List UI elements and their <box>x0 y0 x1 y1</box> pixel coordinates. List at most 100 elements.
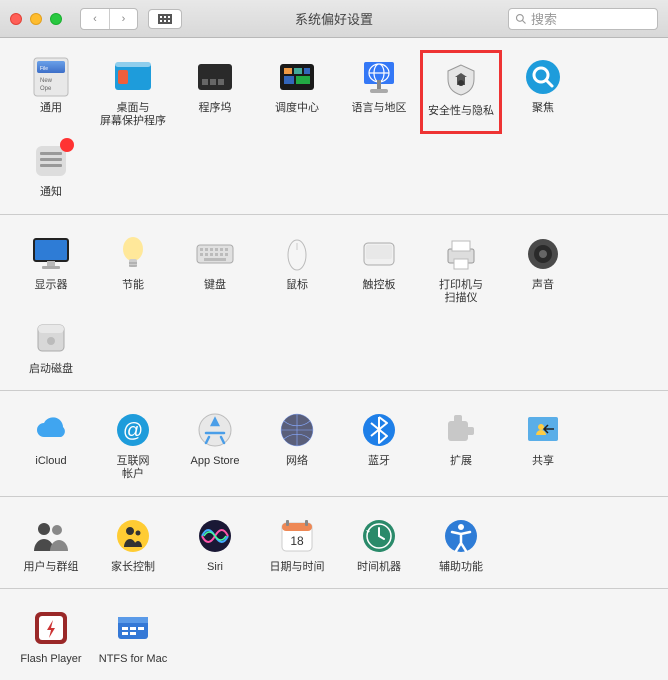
notifications-icon <box>30 140 72 182</box>
window-title: 系统偏好设置 <box>295 9 373 28</box>
pref-label: 触控板 <box>363 279 396 292</box>
sharing-icon <box>522 409 564 451</box>
search-placeholder: 搜索 <box>531 9 557 28</box>
pref-label: 声音 <box>532 279 554 292</box>
startup-icon <box>30 317 72 359</box>
pref-keyboard[interactable]: 键盘 <box>174 227 256 311</box>
pref-timemachine[interactable]: 时间机器 <box>338 509 420 580</box>
search-icon <box>515 13 527 25</box>
pref-internet[interactable]: @ 互联网 帐户 <box>92 403 174 487</box>
ntfs-icon <box>112 607 154 649</box>
pref-sound[interactable]: 声音 <box>502 227 584 311</box>
svg-text:File: File <box>40 66 48 72</box>
pref-printers[interactable]: 打印机与 扫描仪 <box>420 227 502 311</box>
pref-label: 语言与地区 <box>352 102 407 115</box>
pref-accessibility[interactable]: 辅助功能 <box>420 509 502 580</box>
pref-mouse[interactable]: 鼠标 <box>256 227 338 311</box>
pref-label: 用户与群组 <box>24 561 79 574</box>
spotlight-icon <box>522 56 564 98</box>
pref-label: Flash Player <box>20 653 81 666</box>
svg-text:18: 18 <box>290 534 304 548</box>
accessibility-icon <box>440 515 482 557</box>
pref-label: 桌面与 屏幕保护程序 <box>100 102 166 128</box>
network-icon <box>276 409 318 451</box>
pref-trackpad[interactable]: 触控板 <box>338 227 420 311</box>
svg-text:Ope: Ope <box>40 86 52 92</box>
mouse-icon <box>276 233 318 275</box>
pref-label: 鼠标 <box>286 279 308 292</box>
pref-label: 共享 <box>532 455 554 468</box>
pref-label: 通知 <box>40 186 62 199</box>
pref-general[interactable]: FileNewOpe 通用 <box>10 50 92 134</box>
pref-label: 启动磁盘 <box>29 363 73 376</box>
displays-icon <box>30 233 72 275</box>
pref-label: 安全性与隐私 <box>428 105 494 118</box>
internet-icon: @ <box>112 409 154 451</box>
keyboard-icon <box>194 233 236 275</box>
pref-label: App Store <box>191 455 240 468</box>
pref-language[interactable]: 语言与地区 <box>338 50 420 134</box>
pref-label: 调度中心 <box>275 102 319 115</box>
pref-label: 显示器 <box>35 279 68 292</box>
back-button[interactable]: ‹ <box>81 9 109 29</box>
pref-flash[interactable]: Flash Player <box>10 601 92 672</box>
pref-dock[interactable]: 程序坞 <box>174 50 256 134</box>
prefs-section: FileNewOpe 通用 桌面与 屏幕保护程序程序坞调度中心 语言与地区 安全性与隐私… <box>0 38 668 215</box>
pref-appstore[interactable]: App Store <box>174 403 256 487</box>
pref-parental[interactable]: 家长控制 <box>92 509 174 580</box>
pref-notifications[interactable]: 通知 <box>10 134 92 205</box>
printers-icon <box>440 233 482 275</box>
pref-siri[interactable]: Siri <box>174 509 256 580</box>
pref-label: 互联网 帐户 <box>117 455 150 481</box>
pref-security[interactable]: 安全性与隐私 <box>420 50 502 134</box>
nav-buttons: ‹ › <box>80 8 138 30</box>
pref-spotlight[interactable]: 聚焦 <box>502 50 584 134</box>
pref-users[interactable]: 用户与群组 <box>10 509 92 580</box>
icloud-icon <box>30 409 72 451</box>
extensions-icon <box>440 409 482 451</box>
zoom-button[interactable] <box>50 13 62 25</box>
timemachine-icon <box>358 515 400 557</box>
svg-text:@: @ <box>123 420 143 442</box>
search-input[interactable]: 搜索 <box>508 8 658 30</box>
pref-label: 节能 <box>122 279 144 292</box>
pref-energy[interactable]: 节能 <box>92 227 174 311</box>
trackpad-icon <box>358 233 400 275</box>
pref-network[interactable]: 网络 <box>256 403 338 487</box>
pref-label: 日期与时间 <box>270 561 325 574</box>
pref-icloud[interactable]: iCloud <box>10 403 92 487</box>
pref-label: 通用 <box>40 102 62 115</box>
general-icon: FileNewOpe <box>30 56 72 98</box>
pref-label: 辅助功能 <box>439 561 483 574</box>
prefs-section: 用户与群组 家长控制 Siri 18 日期与时间时间机器辅助功能 <box>0 497 668 589</box>
titlebar: ‹ › 系统偏好设置 搜索 <box>0 0 668 38</box>
prefs-section: 显示器 节能 键盘 鼠标 触控板 打印机与 扫描仪 声音启动磁盘 <box>0 215 668 392</box>
pref-label: Siri <box>207 561 223 574</box>
pref-extensions[interactable]: 扩展 <box>420 403 502 487</box>
pref-desktop[interactable]: 桌面与 屏幕保护程序 <box>92 50 174 134</box>
minimize-button[interactable] <box>30 13 42 25</box>
pref-label: 打印机与 扫描仪 <box>439 279 483 305</box>
pref-label: NTFS for Mac <box>99 653 167 666</box>
show-all-button[interactable] <box>148 9 182 29</box>
siri-icon <box>194 515 236 557</box>
pref-datetime[interactable]: 18 日期与时间 <box>256 509 338 580</box>
forward-button[interactable]: › <box>109 9 137 29</box>
pref-label: 蓝牙 <box>368 455 390 468</box>
pref-mission[interactable]: 调度中心 <box>256 50 338 134</box>
security-icon <box>440 59 482 101</box>
dock-icon <box>194 56 236 98</box>
pref-label: 键盘 <box>204 279 226 292</box>
pref-ntfs[interactable]: NTFS for Mac <box>92 601 174 672</box>
appstore-icon <box>194 409 236 451</box>
close-button[interactable] <box>10 13 22 25</box>
prefs-section: iCloud @ 互联网 帐户 App Store 网络 蓝牙 扩展共享 <box>0 391 668 496</box>
users-icon <box>30 515 72 557</box>
flash-icon <box>30 607 72 649</box>
pref-bluetooth[interactable]: 蓝牙 <box>338 403 420 487</box>
pref-label: 家长控制 <box>111 561 155 574</box>
pref-sharing[interactable]: 共享 <box>502 403 584 487</box>
pref-displays[interactable]: 显示器 <box>10 227 92 311</box>
pref-label: 网络 <box>286 455 308 468</box>
pref-startup[interactable]: 启动磁盘 <box>10 311 92 382</box>
